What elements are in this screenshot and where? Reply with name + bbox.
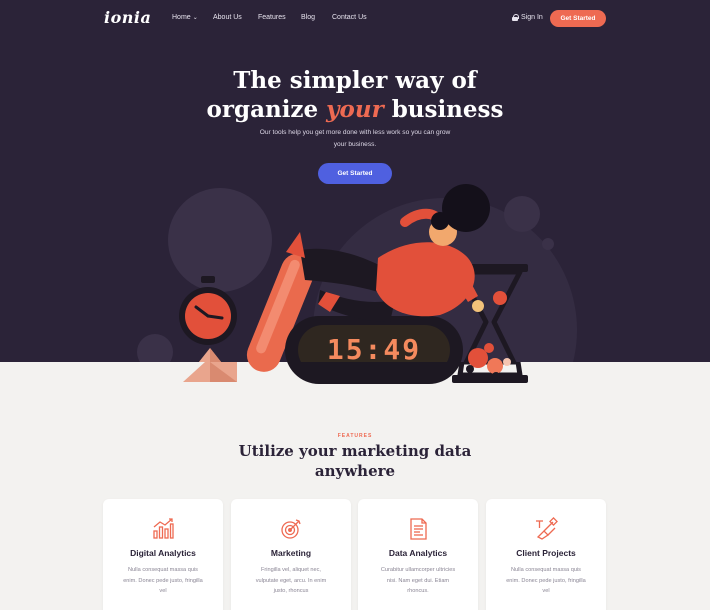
card-text: Nulla consequat massa quis enim. Donec p…: [123, 567, 203, 594]
lock-icon: [512, 14, 519, 21]
features-eyebrow: FEATURES: [337, 433, 373, 439]
nav-link-features[interactable]: Features: [258, 14, 286, 21]
card-title: Data Analytics: [388, 548, 448, 558]
headline-line-2: organize your business: [0, 95, 710, 124]
feature-card[interactable]: Data Analytics Curabitur ullamcorper ult…: [358, 499, 478, 610]
headline-line-1: The simpler way of: [233, 67, 477, 94]
feature-card[interactable]: Digital Analytics Nulla consequat massa …: [103, 499, 223, 610]
feature-card[interactable]: Client Projects Nulla consequat massa qu…: [486, 499, 606, 610]
hero-section: 15:49 ionia Home ⌄ About Us Features Blo…: [0, 0, 710, 362]
sign-in-label: Sign In: [521, 14, 543, 21]
headline-pre: organize: [206, 96, 327, 123]
digital-clock-icon: 15:49: [285, 316, 463, 362]
target-icon: [281, 519, 301, 539]
illustration-overlap: [183, 362, 528, 384]
headline-post: business: [383, 96, 504, 123]
document-icon: [410, 518, 427, 540]
hero-headline: The simpler way of organize your busines…: [0, 66, 710, 124]
features-title: Utilize your marketing data anywhere: [238, 442, 472, 480]
bar-chart-icon: [153, 518, 174, 539]
card-text: Fringilla vel, aliquet nec, vulputate eg…: [255, 567, 327, 594]
card-title: Client Projects: [516, 548, 576, 558]
nav-link-label: Home: [172, 14, 191, 21]
svg-text:15:49: 15:49: [327, 333, 421, 362]
get-started-hero-button[interactable]: Get Started: [318, 163, 392, 184]
card-text: Nulla consequat massa quis enim. Donec p…: [506, 567, 586, 594]
get-started-nav-button[interactable]: Get Started: [550, 10, 606, 27]
card-title: Digital Analytics: [130, 548, 196, 558]
headline-highlight: your: [326, 96, 384, 123]
nav-link-blog[interactable]: Blog: [301, 14, 315, 21]
nav-link-contact[interactable]: Contact Us: [332, 14, 367, 21]
sign-in-link[interactable]: Sign In: [512, 14, 543, 21]
pen-tool-icon: [536, 517, 558, 540]
card-title: Marketing: [270, 548, 312, 558]
nav-link-about[interactable]: About Us: [213, 14, 242, 21]
hero-subtext: Our tools help you get more done with le…: [259, 129, 451, 148]
logo[interactable]: ionia: [104, 8, 151, 27]
chevron-down-icon: ⌄: [192, 15, 198, 21]
feature-card[interactable]: Marketing Fringilla vel, aliquet nec, vu…: [231, 499, 351, 610]
card-text: Curabitur ullamcorper ultricies nisi. Na…: [380, 567, 456, 594]
nav-link-home[interactable]: Home ⌄: [172, 14, 198, 21]
top-navbar: ionia Home ⌄ About Us Features Blog Conta…: [0, 0, 710, 38]
